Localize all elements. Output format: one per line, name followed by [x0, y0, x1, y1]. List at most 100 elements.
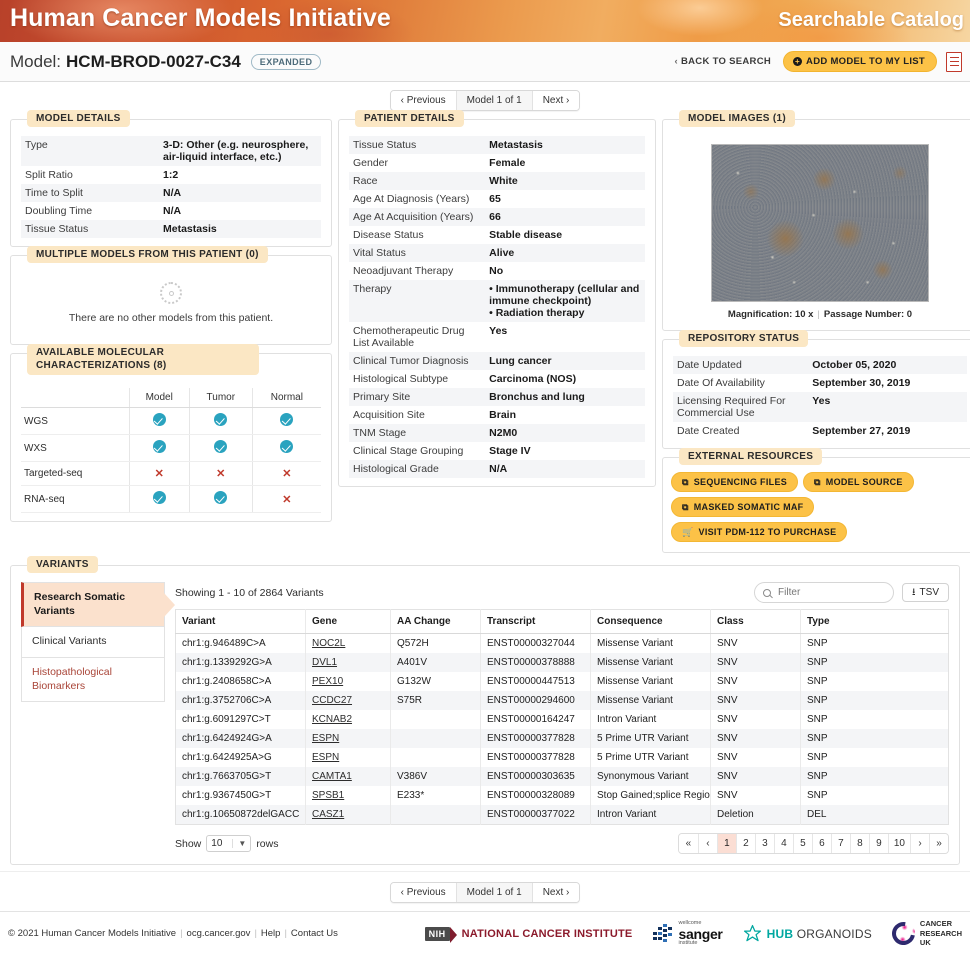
pager-previous-button[interactable]: ‹ Previous — [391, 91, 456, 110]
variants-filter-input[interactable] — [776, 586, 885, 599]
copyright-text: © 2021 Human Cancer Models Initiative — [8, 928, 176, 939]
col-class[interactable]: Class — [711, 610, 801, 634]
pagination-item[interactable]: 2 — [736, 834, 755, 853]
pager-next-button[interactable]: Next › — [532, 91, 580, 110]
cell-transcript: ENST00000377828 — [481, 748, 591, 767]
row-key: Race — [349, 172, 485, 190]
table-row: chr1:g.2408658C>APEX10G132WENST000004475… — [176, 672, 949, 691]
pagination-item[interactable]: › — [910, 834, 929, 853]
col-consequence[interactable]: Consequence — [591, 610, 711, 634]
table-row: RNA-seq ✕ — [21, 486, 321, 513]
pagination-item[interactable]: ‹ — [698, 834, 717, 853]
cell-consequence: Missense Variant — [591, 634, 711, 654]
footer-link-ocg[interactable]: ocg.cancer.gov — [187, 928, 251, 939]
hub-organoids-logo[interactable]: HUB ORGANOIDS — [743, 924, 872, 943]
site-title: Human Cancer Models Initiative — [10, 4, 391, 33]
pagination-item[interactable]: 5 — [793, 834, 812, 853]
tab-histopathological-biomarkers[interactable]: Histopathological Biomarkers — [21, 658, 165, 702]
gene-link[interactable]: CAMTA1 — [312, 771, 352, 782]
my-list-icon[interactable] — [946, 52, 962, 72]
check-icon — [280, 440, 293, 453]
download-tsv-button[interactable]: ⭳ TSV — [902, 583, 949, 602]
pagination-item[interactable]: » — [929, 834, 948, 853]
cell-aa-change — [391, 710, 481, 729]
row-value: Bronchus and lung — [485, 388, 645, 406]
pagination-item[interactable]: 10 — [888, 834, 910, 853]
pagination-item[interactable]: 4 — [774, 834, 793, 853]
cell-model — [129, 408, 189, 435]
cell-type: SNP — [801, 653, 949, 672]
rows-label: rows — [256, 838, 278, 850]
gene-link[interactable]: CASZ1 — [312, 809, 344, 820]
pagination-item[interactable]: 1 — [717, 834, 736, 853]
cancer-research-uk-logo[interactable]: CANCER RESEARCH UK — [892, 919, 962, 947]
external-resource-button[interactable]: ⧉MODEL SOURCE — [803, 472, 914, 492]
footer-link-contact[interactable]: Contact Us — [291, 928, 338, 939]
cell-aa-change — [391, 748, 481, 767]
row-key: Neoadjuvant Therapy — [349, 262, 485, 280]
cell-normal: ✕ — [252, 486, 321, 513]
col-variant[interactable]: Variant — [176, 610, 306, 634]
external-resource-button[interactable]: ⧉MASKED SOMATIC MAF — [671, 497, 814, 517]
cell-transcript: ENST00000378888 — [481, 653, 591, 672]
model-header-bar: Model: HCM-BROD-0027-C34 EXPANDED ‹BACK … — [0, 42, 970, 82]
pagination-item[interactable]: 7 — [831, 834, 850, 853]
gene-link[interactable]: CCDC27 — [312, 695, 352, 706]
catalog-subtitle: Searchable Catalog — [778, 9, 964, 32]
gene-link[interactable]: PEX10 — [312, 676, 343, 687]
nci-logo[interactable]: NIH NATIONAL CANCER INSTITUTE — [425, 927, 633, 941]
cell-type: SNP — [801, 786, 949, 805]
cell-variant: chr1:g.7663705G>T — [176, 767, 306, 786]
cell-consequence: Missense Variant — [591, 672, 711, 691]
external-resource-button[interactable]: 🛒VISIT PDM-112 TO PURCHASE — [671, 522, 847, 542]
pagination-item[interactable]: 8 — [850, 834, 869, 853]
cell-variant: chr1:g.10650872delGACC — [176, 805, 306, 825]
cruk-c-icon — [887, 917, 919, 949]
sanger-institute-logo[interactable]: wellcome sanger institute — [652, 921, 722, 946]
col-gene[interactable]: Gene — [306, 610, 391, 634]
assay-name: RNA-seq — [21, 486, 129, 513]
gene-link[interactable]: SPSB1 — [312, 790, 344, 801]
molecular-title: AVAILABLE MOLECULAR CHARACTERIZATIONS (8… — [27, 344, 259, 375]
col-aa-change[interactable]: AA Change — [391, 610, 481, 634]
cell-aa-change — [391, 805, 481, 825]
add-model-to-my-list-button[interactable]: + ADD MODEL TO MY LIST — [783, 51, 937, 72]
pagination-item[interactable]: 6 — [812, 834, 831, 853]
microscopy-organoid-image[interactable] — [711, 144, 929, 302]
cell-aa-change: S75R — [391, 691, 481, 710]
back-to-search-label: BACK TO SEARCH — [681, 56, 771, 67]
pager-next-button[interactable]: Next › — [532, 883, 580, 902]
passage-number-label: Passage Number: 0 — [824, 309, 912, 320]
row-value: N/A — [159, 202, 321, 220]
gene-link[interactable]: NOC2L — [312, 638, 345, 649]
table-row: WGS — [21, 408, 321, 435]
variants-filter-box[interactable] — [754, 582, 894, 603]
gene-link[interactable]: ESPN — [312, 752, 339, 763]
table-row: Tissue StatusMetastasis — [349, 136, 645, 154]
gene-link[interactable]: DVL1 — [312, 657, 337, 668]
footer-link-help[interactable]: Help — [261, 928, 281, 939]
pagination-item[interactable]: « — [679, 834, 698, 853]
table-header-row: Variant Gene AA Change Transcript Conseq… — [176, 610, 949, 634]
pagination-item[interactable]: 9 — [869, 834, 888, 853]
col-transcript[interactable]: Transcript — [481, 610, 591, 634]
gene-link[interactable]: ESPN — [312, 733, 339, 744]
model-images-panel: MODEL IMAGES (1) Magnification: 10 x|Pas… — [662, 119, 970, 331]
back-to-search-link[interactable]: ‹BACK TO SEARCH — [675, 56, 772, 67]
cell-gene: PEX10 — [306, 672, 391, 691]
cell-consequence: 5 Prime UTR Variant — [591, 748, 711, 767]
tab-research-somatic-variants[interactable]: Research Somatic Variants — [21, 582, 165, 627]
pagination-item[interactable]: 3 — [755, 834, 774, 853]
cell-consequence: Intron Variant — [591, 805, 711, 825]
cell-type: SNP — [801, 767, 949, 786]
tab-clinical-variants[interactable]: Clinical Variants — [21, 627, 165, 658]
cell-variant: chr1:g.6424924G>A — [176, 729, 306, 748]
nci-text: NATIONAL CANCER INSTITUTE — [462, 928, 633, 940]
col-type[interactable]: Type — [801, 610, 949, 634]
pager-previous-button[interactable]: ‹ Previous — [391, 883, 456, 902]
rows-per-page-select[interactable]: 10 ▼ — [206, 835, 251, 852]
external-resource-button[interactable]: ⧉SEQUENCING FILES — [671, 472, 798, 492]
row-key: Histological Subtype — [349, 370, 485, 388]
col-tumor: Tumor — [189, 388, 252, 408]
gene-link[interactable]: KCNAB2 — [312, 714, 352, 725]
